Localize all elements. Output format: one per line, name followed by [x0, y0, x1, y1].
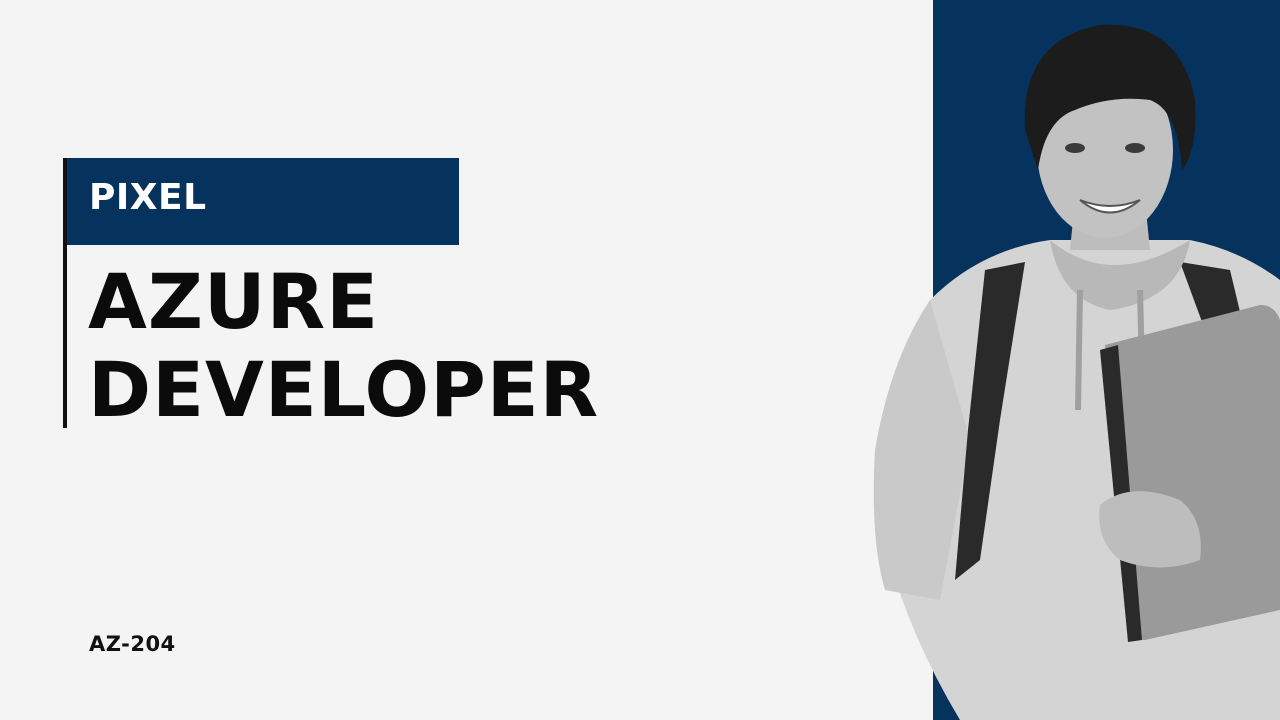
page-title: AZURE DEVELOPER [88, 258, 599, 434]
title-line-1: AZURE [88, 257, 380, 346]
exam-code: AZ-204 [89, 632, 176, 656]
title-line-2: DEVELOPER [88, 345, 600, 434]
brand-label: PIXEL [89, 177, 207, 218]
student-photo [873, 24, 1280, 720]
